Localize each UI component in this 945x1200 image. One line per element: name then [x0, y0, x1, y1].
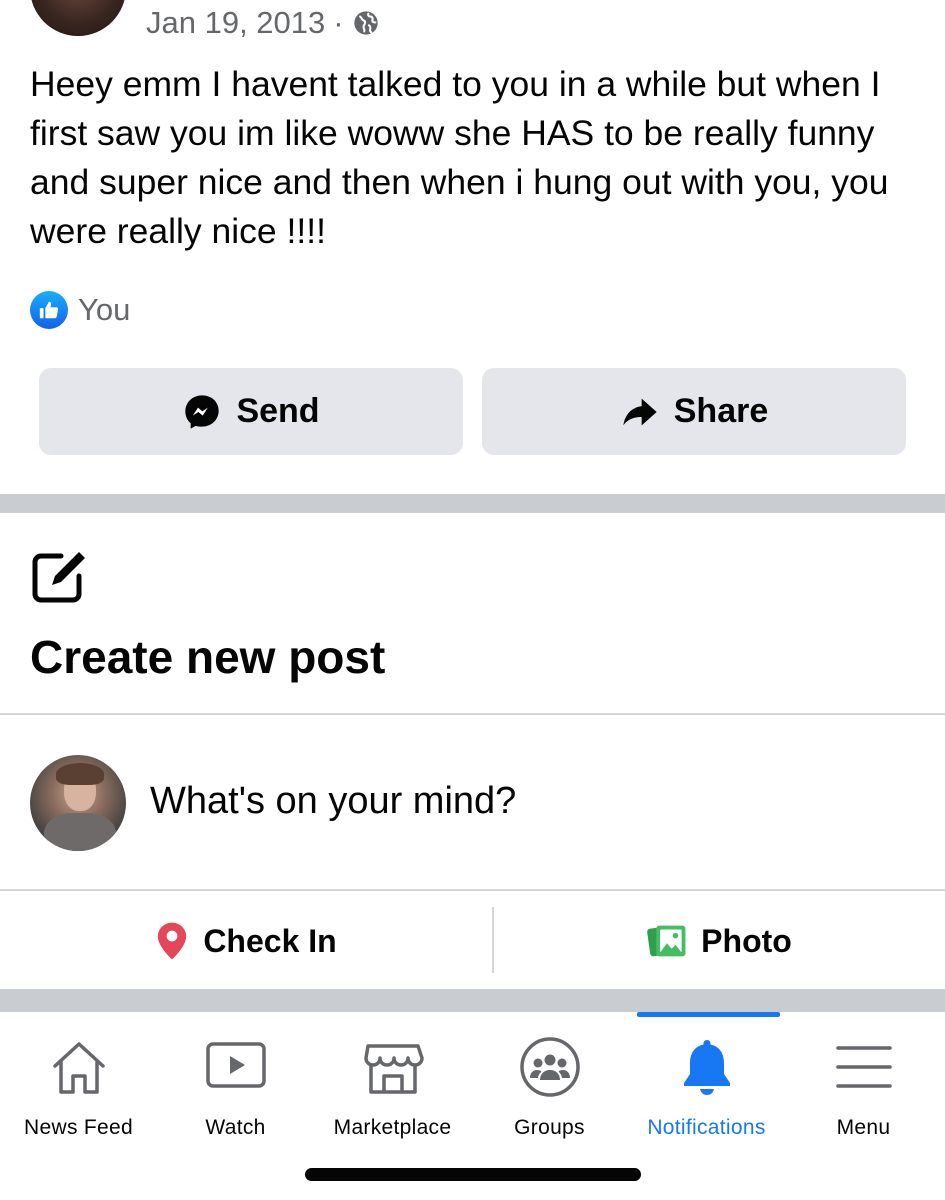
location-pin-icon	[158, 922, 187, 960]
divider	[0, 889, 945, 891]
marketplace-icon	[363, 1044, 424, 1094]
tab-notifications[interactable]: Notifications	[628, 1012, 785, 1152]
section-separator	[0, 494, 945, 513]
tab-label: Menu	[836, 1116, 891, 1139]
check-in-label: Check In	[203, 922, 337, 959]
tab-news-feed[interactable]: News Feed	[0, 1012, 157, 1152]
section-separator	[0, 989, 945, 1012]
tab-label: Watch	[205, 1116, 266, 1139]
tab-label: Marketplace	[333, 1116, 452, 1139]
post-date[interactable]: Jan 19, 2013	[146, 5, 325, 41]
photo-icon	[647, 925, 686, 957]
home-icon	[52, 1042, 105, 1094]
share-button[interactable]: Share	[482, 368, 906, 455]
tab-menu[interactable]: Menu	[785, 1012, 942, 1152]
tab-marketplace[interactable]: Marketplace	[314, 1012, 471, 1152]
globe-icon	[353, 11, 378, 35]
whats-on-your-mind-input[interactable]: What's on your mind?	[150, 780, 516, 823]
send-label: Send	[236, 392, 320, 430]
send-button[interactable]: Send	[39, 368, 463, 455]
reactions-label: You	[78, 292, 131, 327]
compose-icon[interactable]	[31, 548, 89, 604]
tab-label: News Feed	[24, 1116, 133, 1139]
menu-icon	[835, 1046, 892, 1088]
post-author-avatar[interactable]	[30, 0, 126, 36]
post-text: Heey emm I havent talked to you in a whi…	[30, 64, 889, 251]
share-arrow-icon	[623, 398, 657, 425]
watch-icon	[205, 1042, 266, 1088]
bell-icon	[683, 1040, 730, 1095]
share-label: Share	[673, 392, 769, 430]
meta-separator: ·	[333, 5, 344, 40]
tab-watch[interactable]: Watch	[157, 1012, 314, 1152]
tab-label: Notifications	[647, 1116, 766, 1139]
check-in-button[interactable]: Check In	[0, 893, 492, 989]
photo-button[interactable]: Photo	[494, 893, 945, 989]
home-indicator[interactable]	[305, 1168, 641, 1181]
create-post-title: Create new post	[30, 631, 386, 683]
divider	[0, 713, 945, 715]
user-avatar[interactable]	[30, 755, 126, 851]
photo-label: Photo	[701, 922, 792, 959]
groups-icon	[519, 1037, 580, 1097]
like-reaction-icon	[30, 291, 68, 329]
reactions-summary[interactable]: You	[30, 290, 130, 330]
tab-label: Groups	[514, 1116, 585, 1139]
post-meta: Jan 19, 2013 ·	[146, 4, 380, 42]
messenger-icon	[185, 394, 220, 429]
tab-groups[interactable]: Groups	[471, 1012, 628, 1152]
